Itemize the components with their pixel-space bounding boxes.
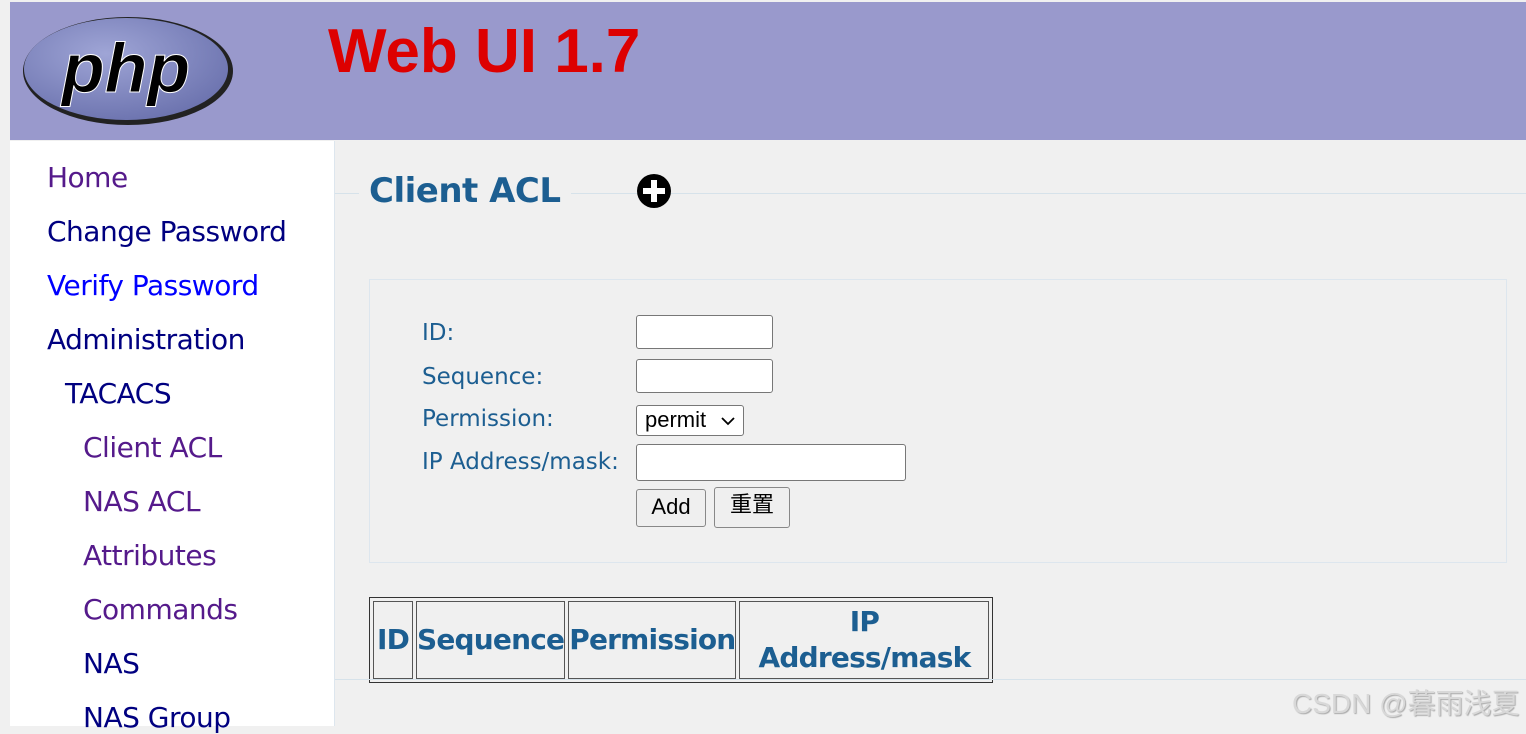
fieldset-border-bottom: [335, 679, 1526, 680]
plus-circle-icon[interactable]: [636, 173, 672, 209]
php-logo: php: [23, 17, 233, 125]
permission-select[interactable]: permit: [636, 405, 744, 436]
sidebar-nav: Home Change Password Verify Password Adm…: [10, 141, 335, 734]
nav-change-password[interactable]: Change Password: [47, 215, 287, 248]
nav-nas-group[interactable]: NAS Group: [83, 701, 231, 734]
page-title: Client ACL: [359, 171, 571, 211]
nav-attributes[interactable]: Attributes: [83, 539, 217, 572]
nav-commands[interactable]: Commands: [83, 593, 238, 626]
ip-label: IP Address/mask:: [422, 449, 619, 475]
watermark: CSDN @暮雨浅夏: [1292, 688, 1520, 719]
nav-verify-password[interactable]: Verify Password: [47, 269, 259, 302]
add-button[interactable]: Add: [636, 489, 706, 527]
permission-value: permit: [645, 407, 707, 432]
chevron-down-icon: [721, 417, 735, 426]
ip-input[interactable]: [636, 444, 906, 481]
nav-administration[interactable]: Administration: [47, 323, 245, 356]
col-permission: Permission: [568, 601, 737, 679]
client-acl-form: ID: Sequence: Permission: permit IP Addr…: [369, 279, 1507, 563]
app-title: Web UI 1.7: [328, 17, 641, 86]
main-content: Client ACL ID: Sequence: Permission: per…: [335, 141, 1526, 726]
nav-home[interactable]: Home: [47, 161, 128, 194]
nav-nas-acl[interactable]: NAS ACL: [83, 485, 201, 518]
col-sequence: Sequence: [416, 601, 566, 679]
id-input[interactable]: [636, 315, 773, 349]
id-label: ID:: [422, 320, 455, 346]
nav-nas[interactable]: NAS: [83, 647, 140, 680]
nav-tacacs[interactable]: TACACS: [65, 377, 172, 410]
sequence-input[interactable]: [636, 359, 773, 393]
col-id: ID: [373, 601, 413, 679]
header-banner: php Web UI 1.7: [10, 2, 1526, 140]
col-ip-address-mask: IP Address/mask: [739, 601, 990, 679]
svg-text:php: php: [60, 29, 190, 107]
sequence-label: Sequence:: [422, 364, 544, 390]
table-header-row: ID Sequence Permission IP Address/mask: [373, 601, 990, 679]
acl-table: ID Sequence Permission IP Address/mask: [369, 597, 994, 683]
reset-button[interactable]: 重置: [714, 487, 790, 528]
nav-client-acl[interactable]: Client ACL: [83, 431, 222, 464]
permission-label: Permission:: [422, 406, 554, 432]
